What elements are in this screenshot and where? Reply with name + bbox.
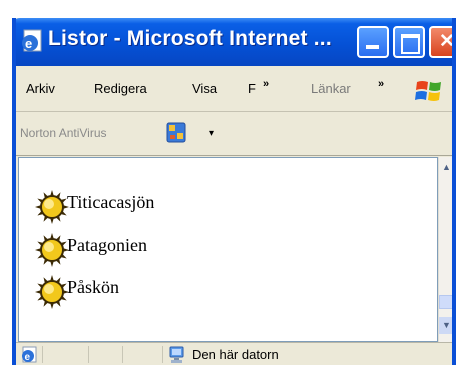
minimize-button[interactable] [357,26,389,58]
page-content: Titicacasjön Patagonien Påskön [18,157,438,342]
norton-dropdown-arrow[interactable]: ▾ [209,128,214,139]
svg-text:e: e [25,352,31,363]
maximize-button[interactable] [393,26,425,58]
list-item-label: Patagonien [67,235,147,255]
menu-visa[interactable]: Visa [192,81,217,96]
menu-redigera[interactable]: Redigera [94,81,147,96]
sun-bullet-icon [35,190,69,224]
list-item-label: Påskön [67,277,120,297]
browser-window: e Listor - Microsoft Internet ... Arkiv … [12,18,456,365]
computer-zone-icon [169,346,184,363]
menu-bar: Arkiv Redigera Visa F » Länkar » [16,66,452,112]
norton-shield-icon[interactable] [166,122,186,144]
scroll-thumb[interactable] [439,295,452,309]
sun-bullet-icon [35,275,69,309]
status-divider [122,346,123,363]
page-status-icon: e [22,346,37,363]
norton-antivirus-label[interactable]: Norton AntiVirus [20,126,107,140]
list-item-label: Titicacasjön [67,192,155,212]
title-bar[interactable]: e Listor - Microsoft Internet ... [16,18,452,66]
status-divider [162,346,163,363]
links-overflow-chevron[interactable]: » [378,78,384,90]
window-title: Listor - Microsoft Internet ... [48,27,332,50]
svg-text:e: e [25,36,32,51]
norton-toolbar: Norton AntiVirus ▾ [16,112,452,156]
status-divider [42,346,43,363]
windows-logo-icon [415,81,441,101]
status-bar: e Den här datorn [16,342,452,365]
menu-overflow-chevron[interactable]: » [263,78,269,90]
ie-page-icon: e [22,29,42,52]
close-button[interactable] [429,26,452,58]
vertical-scrollbar[interactable]: ▲ ▼ [438,157,452,342]
menu-favoriter[interactable]: F [248,81,256,96]
scroll-down-button[interactable]: ▼ [439,317,452,334]
sun-bullet-icon [35,233,69,267]
links-label[interactable]: Länkar [311,81,351,96]
status-divider [88,346,89,363]
menu-arkiv[interactable]: Arkiv [26,81,55,96]
security-zone-label: Den här datorn [192,347,279,362]
scroll-up-button[interactable]: ▲ [439,159,452,176]
